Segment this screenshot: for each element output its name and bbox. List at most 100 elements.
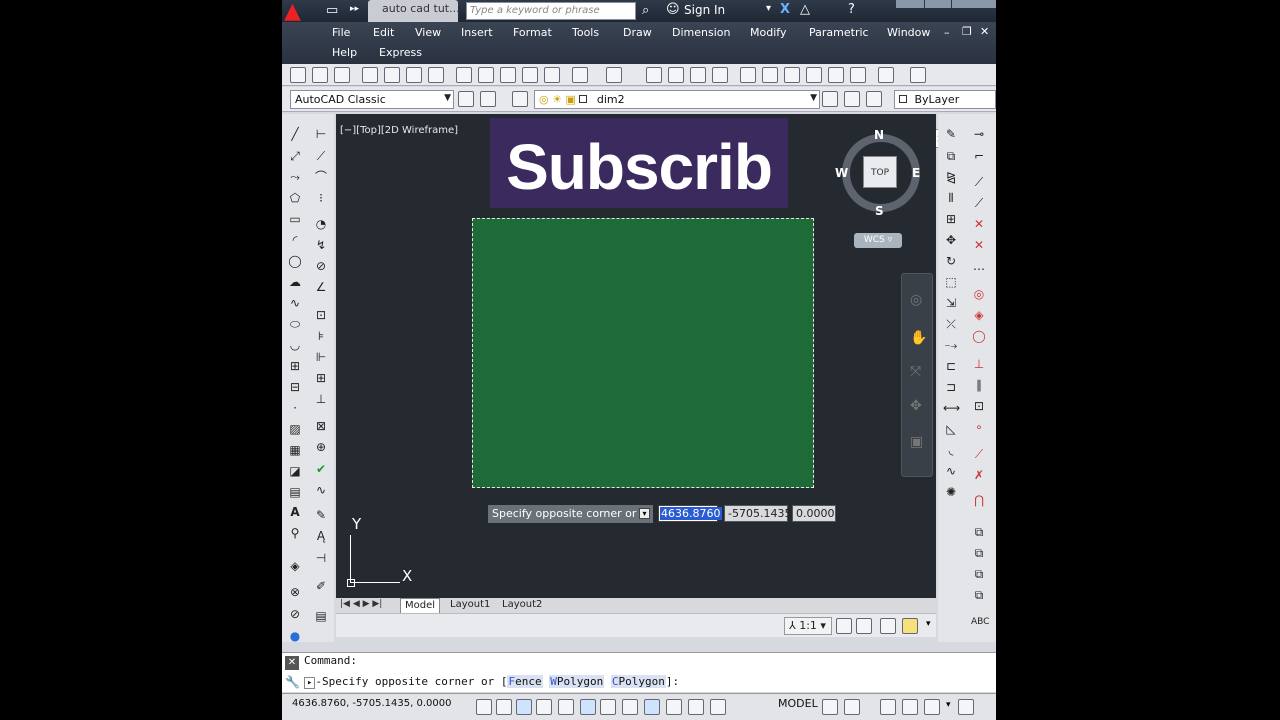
snap-from-icon[interactable]: ⌐ <box>971 148 987 164</box>
break-icon[interactable]: ⊐ <box>943 379 959 395</box>
polygon-icon[interactable]: ⬠ <box>287 190 303 206</box>
object-snap-tracking-icon[interactable] <box>622 699 638 715</box>
menu-view[interactable]: View <box>415 26 441 39</box>
menu-parametric[interactable]: Parametric <box>809 26 869 39</box>
search-input[interactable]: Type a keyword or phrase <box>466 2 636 20</box>
orbit-icon[interactable]: ✥ <box>910 398 922 414</box>
dimension-edit-icon[interactable]: ✎ <box>313 507 329 523</box>
explode-icon[interactable]: ✺ <box>943 484 959 500</box>
arc-length-icon[interactable]: ⌒ <box>313 169 329 185</box>
dimension-style-icon[interactable]: ✐ <box>313 578 329 594</box>
doc-restore-icon[interactable]: ❐ <box>962 25 972 38</box>
plot-icon[interactable] <box>362 67 378 83</box>
properties-icon[interactable] <box>740 67 756 83</box>
menu-help[interactable]: Help <box>332 46 357 59</box>
sign-in-link[interactable]: Sign In <box>684 3 725 17</box>
aligned-dimension-icon[interactable]: ⟋ <box>313 148 329 164</box>
command-prompt-line[interactable]: ▸ -Specify opposite corner or [Fence WPol… <box>304 675 679 689</box>
minimize-button[interactable] <box>896 0 924 8</box>
isolate-objects-icon[interactable] <box>902 618 918 634</box>
3d-object-snap-icon[interactable] <box>600 699 616 715</box>
gradient-icon[interactable]: ▦ <box>287 442 303 458</box>
diameter-icon[interactable]: ⊘ <box>313 258 329 274</box>
option-cpolygon[interactable]: CPolygon <box>610 675 666 688</box>
pan-hand-icon[interactable]: ✋ <box>910 330 927 346</box>
quick-dimension-icon[interactable]: ⊡ <box>313 307 329 323</box>
help-icon[interactable] <box>878 67 894 83</box>
dimension-text-edit-icon[interactable]: Ą <box>313 528 329 544</box>
tab-model[interactable]: Model <box>400 598 441 613</box>
toolbar-lock-icon[interactable] <box>480 91 496 107</box>
lineweight-icon[interactable] <box>688 699 704 715</box>
snap-quadrant-icon[interactable]: ◈ <box>971 307 987 323</box>
join-icon[interactable]: ⟷ <box>943 400 960 416</box>
zoom-realtime-icon[interactable] <box>668 67 684 83</box>
compass-south[interactable]: S <box>875 204 884 218</box>
quick-properties-icon[interactable] <box>710 699 726 715</box>
dimension-update-icon[interactable]: ⊣ <box>313 550 329 566</box>
continue-icon[interactable]: ⊩ <box>313 349 329 365</box>
ellipse-arc-icon[interactable]: ◡ <box>287 337 303 353</box>
tab-layout1[interactable]: Layout1 <box>446 598 494 613</box>
tolerance-icon[interactable]: ⊠ <box>313 418 329 434</box>
ellipse-icon[interactable]: ⬭ <box>287 316 303 332</box>
layer-previous-icon[interactable] <box>844 91 860 107</box>
spline-icon[interactable]: ∿ <box>287 295 303 311</box>
offset-icon[interactable]: ⫴ <box>943 190 959 206</box>
pan-icon[interactable] <box>646 67 662 83</box>
sheet-set-icon[interactable] <box>806 67 822 83</box>
option-fence[interactable]: Fence <box>507 675 543 688</box>
exchange-icon[interactable]: X <box>780 2 790 17</box>
dynamic-input-icon[interactable] <box>666 699 682 715</box>
snap-insert-icon[interactable]: ⊡ <box>971 398 987 414</box>
inspection-icon[interactable]: ✔ <box>313 461 329 477</box>
tool-palettes-icon[interactable] <box>784 67 800 83</box>
workspace-settings-icon[interactable] <box>458 91 474 107</box>
osnap-settings-icon[interactable]: ⋂ <box>971 492 987 508</box>
arc-icon[interactable]: ◜ <box>287 232 303 248</box>
paste-icon[interactable] <box>500 67 516 83</box>
plot-preview-icon[interactable] <box>384 67 400 83</box>
dynamic-input-y[interactable]: -5705.1435 <box>724 505 791 522</box>
infer-constraints-icon[interactable] <box>476 699 492 715</box>
line-icon[interactable]: ╱ <box>287 126 303 142</box>
toolbar-lock-status-icon[interactable] <box>880 699 896 715</box>
command-history-icon[interactable]: ▸ <box>304 677 316 689</box>
match-properties-icon[interactable] <box>522 67 538 83</box>
compass-west[interactable]: W <box>835 166 848 180</box>
array-icon[interactable]: ⊞ <box>943 211 959 227</box>
quick-view-drawings-icon[interactable] <box>844 699 860 715</box>
viewcube-top-face[interactable]: TOP <box>863 156 897 188</box>
close-icon[interactable]: ✕ <box>285 656 299 670</box>
option-wpolygon[interactable]: WPolygon <box>549 675 605 688</box>
save-icon[interactable] <box>334 67 350 83</box>
sphere-icon[interactable]: ● <box>287 628 303 644</box>
zoom-window-icon[interactable] <box>690 67 706 83</box>
new-file-icon[interactable]: ▭ <box>326 3 338 18</box>
wrench-icon[interactable]: 🔧 <box>285 675 300 689</box>
markup-icon[interactable] <box>828 67 844 83</box>
chamfer-icon[interactable]: ◺ <box>943 421 959 437</box>
dimension-break-icon[interactable]: ⊥ <box>313 391 329 407</box>
point-icon[interactable]: · <box>287 400 303 416</box>
multiline-text-icon[interactable]: A <box>287 504 303 520</box>
autodesk-360-icon[interactable]: △ <box>800 2 810 17</box>
send-to-back-icon[interactable]: ⧉ <box>971 566 987 582</box>
linear-dimension-icon[interactable]: ⊢ <box>313 126 329 142</box>
bring-to-front-icon[interactable]: ⧉ <box>971 545 987 561</box>
viewcube[interactable]: TOP N S E W <box>835 128 922 218</box>
tab-layout2[interactable]: Layout2 <box>498 598 546 613</box>
polyline-icon[interactable]: ⤳ <box>287 169 303 185</box>
options-arrow-icon[interactable]: ▾ <box>639 508 650 519</box>
auto-scale-icon[interactable] <box>856 618 872 634</box>
3d-print-icon[interactable] <box>428 67 444 83</box>
grid-display-icon[interactable] <box>516 699 532 715</box>
menu-express[interactable]: Express <box>379 46 422 59</box>
center-mark-icon[interactable]: ⊕ <box>313 439 329 455</box>
dim-style-dropdown-icon[interactable]: ▤ <box>313 608 329 624</box>
undo-icon[interactable] <box>572 67 588 83</box>
ordinate-icon[interactable]: ⁝ <box>313 190 329 206</box>
autocad-logo-icon[interactable]: ▲ <box>284 1 314 23</box>
snap-node-icon[interactable]: ∘ <box>971 419 987 435</box>
draw-order-icon[interactable]: ⧉ <box>971 524 987 540</box>
